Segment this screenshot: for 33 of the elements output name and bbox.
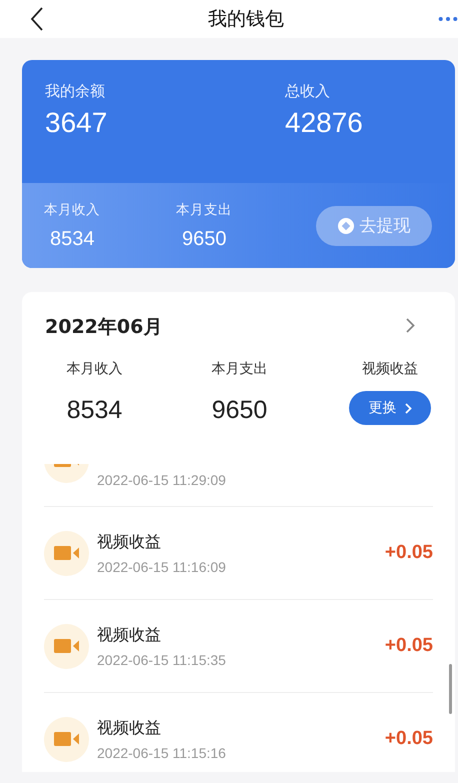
balance-label: 我的余额 [45,82,106,101]
chevron-right-icon [404,402,412,414]
stat-label: 本月收入 [66,360,122,378]
balance-amount: 3647 [45,107,108,139]
video-camera-icon [44,624,89,668]
stat-label: 本月收入 [44,200,101,218]
total-income-label: 总收入 [285,82,331,101]
transaction-time: 2022-06-15 11:16:09 [97,558,227,574]
stat-label: 本月支出 [176,200,233,218]
stat-value: 8534 [66,396,122,425]
transaction-amount: +0.05 [384,635,433,657]
video-camera-icon [44,530,89,576]
page-title: 我的钱包 [208,7,284,32]
stat-value: 8534 [49,228,96,250]
stat-label: 本月支出 [212,360,268,378]
transaction-time: 2022-06-15 11:15:16 [97,744,227,760]
video-camera-icon [44,716,89,762]
change-button[interactable]: 更换 [349,391,431,425]
transaction-amount: +0.05 [384,728,433,750]
stat-value: 9650 [181,228,228,250]
transaction-amount: +0.05 [384,542,433,564]
stat-value: 9650 [212,396,268,425]
coin-icon [338,218,354,234]
transaction-title: 视频收益 [97,624,162,646]
transaction-time: 2022-06-15 11:15:35 [97,652,227,668]
filter-label: 视频收益 [362,360,418,378]
more-icon[interactable] [438,16,458,22]
transaction-title: 视频收益 [97,532,162,552]
total-income-amount: 42876 [285,107,364,139]
transaction-time: 2022-06-15 11:29:09 [97,472,227,488]
scrollbar [449,664,452,714]
transaction-title: 视频收益 [97,718,162,738]
month-title: 2022年06月 [45,315,162,340]
